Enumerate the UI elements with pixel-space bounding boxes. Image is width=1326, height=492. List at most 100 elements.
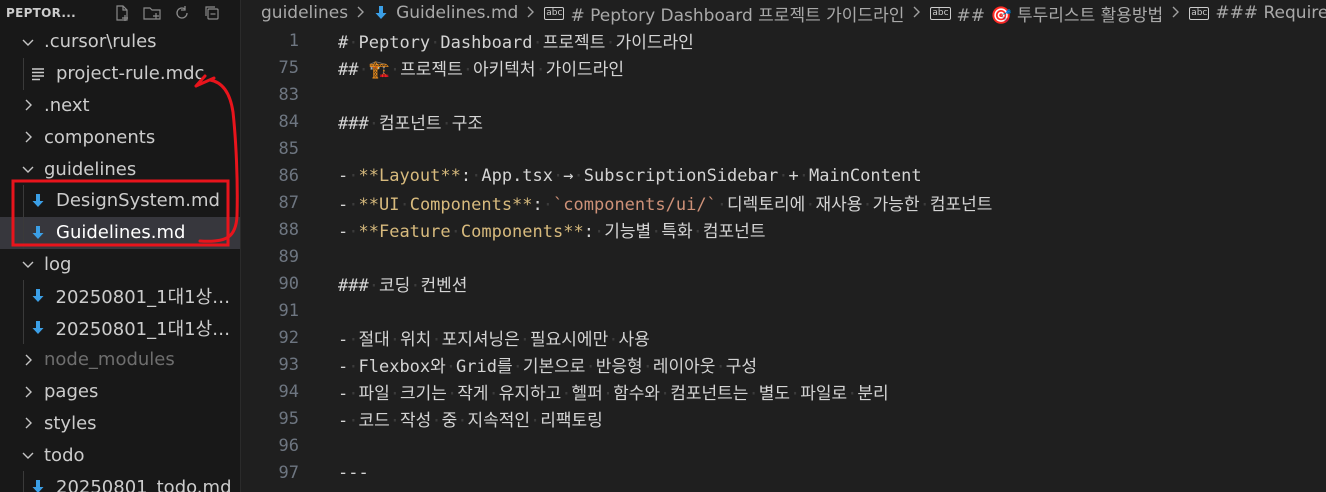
chevron-down-icon[interactable] [20, 447, 36, 463]
code-line[interactable]: 97 --- [241, 459, 1326, 486]
indent-guide [23, 185, 24, 249]
chevron-right-icon[interactable] [20, 129, 36, 145]
explorer-header: PEPTOR... [0, 0, 240, 26]
code-line[interactable]: 96 [241, 432, 1326, 459]
breadcrumb-item[interactable]: guidelines [261, 3, 348, 23]
folder-row[interactable]: guidelines [0, 153, 240, 185]
file-label: pages [44, 381, 99, 403]
code-line[interactable]: 1 #·Peptory·Dashboard·프로젝트·가이드라인 [241, 27, 1326, 54]
line-content: -·절대·위치·포지셔닝은·필요시에만·사용 [338, 330, 650, 350]
breadcrumb-separator-icon [912, 3, 922, 23]
file-label: 20250801_todo.md [56, 476, 232, 492]
file-label: node_modules [44, 349, 175, 371]
file-row[interactable]: Guidelines.md [0, 216, 240, 249]
chevron-down-icon[interactable] [20, 34, 36, 50]
folder-row[interactable]: styles [0, 408, 240, 440]
chevron-down-icon[interactable] [20, 256, 36, 272]
new-file-icon[interactable] [110, 2, 134, 24]
chevron-right-icon[interactable] [20, 415, 36, 431]
breadcrumb-item[interactable]: abc ### Require [1189, 3, 1326, 23]
file-label: log [44, 253, 72, 275]
chevron-right-icon[interactable] [20, 97, 36, 113]
line-number: 85 [278, 138, 299, 159]
code-line[interactable]: 75 ##·🏗️·프로젝트·아키텍처·가이드라인 [241, 54, 1326, 81]
file-label: components [44, 126, 156, 148]
code-line[interactable]: 94 -·파일·크기는·작게·유지하고·헬퍼·함수와·컴포넌트는·별도·파일로·분… [241, 378, 1326, 405]
chevron-right-icon[interactable] [20, 352, 36, 368]
file-label: .cursor\rules [44, 31, 157, 53]
explorer-sidebar: PEPTOR... .cursor\rules project-rule.mdc.… [0, 0, 241, 492]
file-label: Guidelines.md [56, 222, 186, 244]
refresh-icon[interactable] [170, 2, 194, 24]
abc-symbol-icon: abc [930, 6, 951, 20]
file-row[interactable]: 20250801_1대1상담... [0, 312, 240, 344]
chevron-right-icon[interactable] [20, 384, 36, 400]
code-line[interactable]: 84 ###·컴포넌트·구조 [241, 108, 1326, 135]
line-number: 87 [278, 192, 299, 213]
markdown-download-icon [30, 288, 46, 304]
line-number: 1 [288, 30, 299, 51]
abc-symbol-icon: abc [544, 6, 565, 20]
breadcrumb-item[interactable]: abc ## 🎯 투두리스트 활용방법 [930, 1, 1163, 26]
line-number: 91 [278, 300, 299, 321]
file-label: styles [44, 412, 97, 434]
line-number: 92 [278, 327, 299, 348]
line-content: -·파일·크기는·작게·유지하고·헬퍼·함수와·컴포넌트는·별도·파일로·분리 [338, 384, 889, 404]
code-line[interactable]: 92 -·절대·위치·포지셔닝은·필요시에만·사용 [241, 324, 1326, 351]
lines-file-icon [30, 66, 46, 82]
chevron-down-icon[interactable] [20, 161, 36, 177]
breadcrumb-item[interactable]: Guidelines.md [374, 3, 518, 23]
code-line[interactable]: 86 -·**Layout**:·App.tsx·→·SubscriptionSi… [241, 162, 1326, 189]
editor-pane: guidelines Guidelines.md abc # Peptory Dash… [241, 0, 1326, 492]
folder-row[interactable]: todo [0, 439, 240, 471]
markdown-download-icon [30, 479, 46, 492]
new-folder-icon[interactable] [140, 2, 164, 24]
code-line[interactable]: 89 [241, 243, 1326, 270]
line-number: 83 [278, 84, 299, 105]
markdown-download-icon [30, 225, 46, 241]
indent-guide [23, 471, 24, 492]
folder-row[interactable]: log [0, 249, 240, 281]
line-number: 94 [278, 381, 299, 402]
breadcrumb-text: # Peptory Dashboard 프로젝트 가이드라인 [570, 5, 905, 26]
code-line[interactable]: 88 -·**Feature·Components**:·기능별·특화·컴포넌트 [241, 216, 1326, 243]
code-line[interactable]: 95 -·코드·작성·중·지속적인·리팩토링 [241, 405, 1326, 432]
breadcrumb-separator-icon [1171, 3, 1181, 23]
line-number: 90 [278, 273, 299, 294]
markdown-download-icon [374, 5, 388, 21]
breadcrumb-item[interactable]: abc # Peptory Dashboard 프로젝트 가이드라인 [544, 1, 904, 26]
file-label: DesignSystem.md [56, 190, 220, 212]
folder-row[interactable]: .next [0, 90, 240, 122]
collapse-all-icon[interactable] [200, 2, 224, 24]
breadcrumb-text: ### Require [1215, 3, 1326, 23]
file-row[interactable]: 20250801_1대1상담... [0, 280, 240, 312]
line-number: 75 [278, 57, 299, 78]
line-content: #·Peptory·Dashboard·프로젝트·가이드라인 [338, 33, 694, 53]
file-label: 20250801_1대1상담... [55, 287, 241, 309]
line-number: 89 [278, 246, 299, 267]
line-content: -·Flexbox와·Grid를·기본으로·반응형·레이아웃·구성 [338, 357, 757, 377]
line-number: 96 [278, 435, 299, 456]
code-line[interactable]: 91 [241, 297, 1326, 324]
code-line[interactable]: 83 [241, 81, 1326, 108]
folder-row[interactable]: components [0, 121, 240, 153]
code-line[interactable]: 87 -·**UI·Components**:·`components/ui/`·… [241, 189, 1326, 216]
file-tree: .cursor\rules project-rule.mdc .next compon… [0, 26, 240, 492]
breadcrumb-separator-icon [526, 3, 536, 23]
code-line[interactable]: 85 [241, 135, 1326, 162]
line-content: -·**Feature·Components**:·기능별·특화·컴포넌트 [338, 222, 766, 242]
line-number: 88 [278, 219, 299, 240]
folder-row[interactable]: pages [0, 376, 240, 408]
explorer-actions [110, 2, 224, 24]
folder-row[interactable]: .cursor\rules [0, 26, 240, 58]
folder-row[interactable]: node_modules [0, 344, 240, 376]
file-label: 20250801_1대1상담... [55, 319, 241, 341]
code-line[interactable]: 90 ###·코딩·컨벤션 [241, 270, 1326, 297]
file-row[interactable]: project-rule.mdc [0, 58, 240, 90]
file-row[interactable]: DesignSystem.md [0, 185, 240, 217]
line-content: -·코드·작성·중·지속적인·리팩토링 [338, 411, 603, 431]
code-area[interactable]: 1 #·Peptory·Dashboard·프로젝트·가이드라인 75 ##·🏗️·프… [241, 27, 1326, 486]
file-label: project-rule.mdc [56, 63, 205, 85]
file-row[interactable]: 20250801_todo.md [0, 471, 240, 492]
code-line[interactable]: 93 -·Flexbox와·Grid를·기본으로·반응형·레이아웃·구성 [241, 351, 1326, 378]
